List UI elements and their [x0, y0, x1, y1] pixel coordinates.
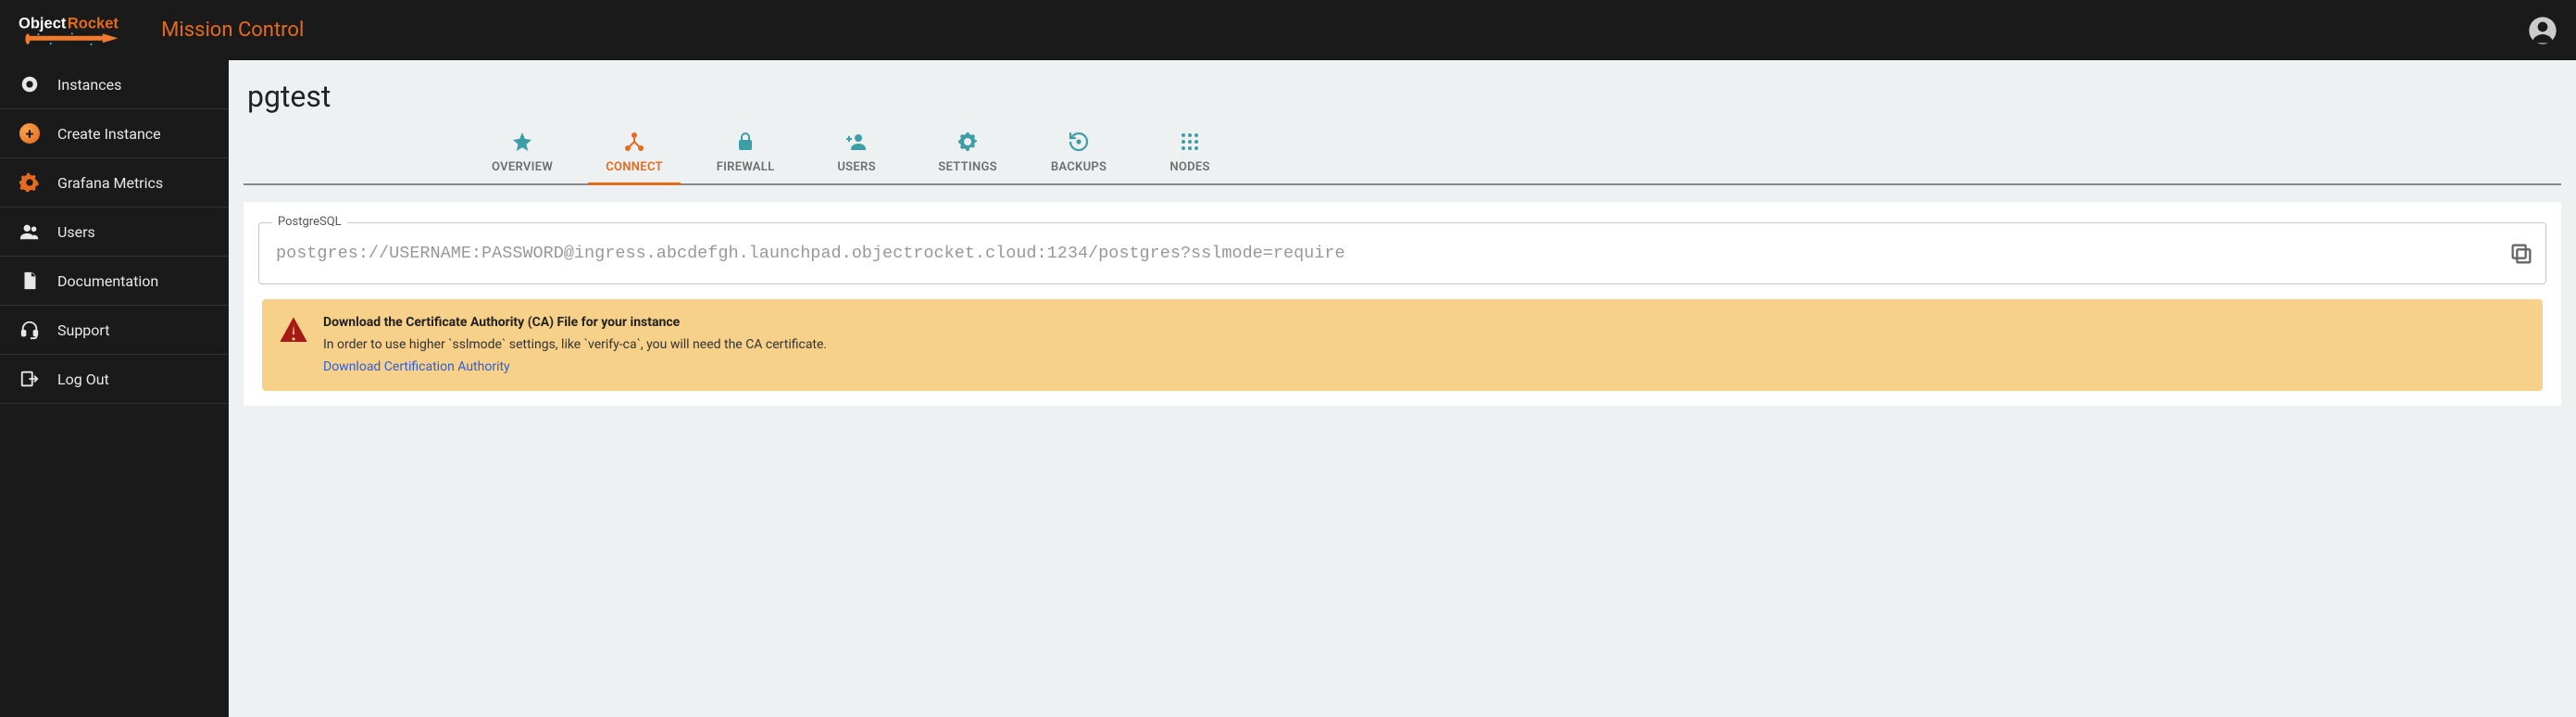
sidebar-item-instances[interactable]: Instances	[0, 60, 229, 109]
sidebar-item-label: Users	[57, 223, 95, 241]
download-ca-link[interactable]: Download Certification Authority	[323, 359, 510, 374]
sidebar-item-label: Grafana Metrics	[57, 174, 163, 192]
plus-icon: +	[19, 122, 41, 145]
alert-title: Download the Certificate Authority (CA) …	[323, 312, 827, 334]
tab-users[interactable]: USERS	[801, 123, 912, 183]
objectrocket-logo: Object Rocket	[19, 13, 141, 48]
sidebar-item-grafana[interactable]: Grafana Metrics	[0, 158, 229, 208]
connect-icon	[623, 131, 645, 153]
sidebar-item-label: Support	[57, 321, 109, 339]
tab-label: NODES	[1169, 160, 1209, 174]
sidebar-item-label: Log Out	[57, 371, 109, 388]
connection-fieldset: PostgreSQL postgres://USERNAME:PASSWORD@…	[258, 222, 2546, 284]
tab-label: SETTINGS	[938, 160, 997, 174]
sidebar-item-label: Documentation	[57, 272, 158, 290]
fieldset-legend: PostgreSQL	[272, 215, 347, 229]
sidebar-item-label: Instances	[57, 76, 121, 94]
logout-icon	[19, 368, 41, 390]
tab-label: FIREWALL	[717, 160, 775, 174]
settings-icon	[957, 131, 979, 153]
tab-label: OVERVIEW	[492, 160, 553, 174]
tab-label: BACKUPS	[1051, 160, 1107, 174]
tab-label: CONNECT	[606, 160, 663, 174]
warning-icon	[279, 316, 308, 342]
account-icon[interactable]	[2528, 16, 2557, 45]
headset-icon	[19, 319, 41, 341]
add-user-icon	[845, 131, 868, 153]
nodes-icon	[1179, 131, 1201, 153]
sidebar-item-logout[interactable]: Log Out	[0, 355, 229, 404]
sidebar: Instances + Create Instance Grafana Metr…	[0, 60, 229, 717]
main-content: pgtest OVERVIEW CONNECT FIREWALL	[229, 60, 2576, 717]
sidebar-item-support[interactable]: Support	[0, 306, 229, 355]
sidebar-item-users[interactable]: Users	[0, 208, 229, 257]
topbar: Object Rocket Mission Control	[0, 0, 2576, 60]
instances-icon	[19, 73, 41, 95]
lock-icon	[734, 131, 757, 153]
svg-text:Object: Object	[19, 14, 67, 31]
tab-connect[interactable]: CONNECT	[579, 123, 690, 183]
sidebar-item-documentation[interactable]: Documentation	[0, 257, 229, 306]
tab-overview[interactable]: OVERVIEW	[466, 123, 579, 183]
app-subtitle: Mission Control	[161, 19, 304, 42]
sidebar-item-create-instance[interactable]: + Create Instance	[0, 109, 229, 158]
tab-bar: OVERVIEW CONNECT FIREWALL USERS	[244, 123, 2561, 185]
tab-firewall[interactable]: FIREWALL	[690, 123, 801, 183]
copy-icon[interactable]	[2508, 241, 2534, 267]
alert-text: In order to use higher `sslmode` setting…	[323, 334, 827, 357]
connect-card: PostgreSQL postgres://USERNAME:PASSWORD@…	[244, 202, 2561, 406]
tab-nodes[interactable]: NODES	[1134, 123, 1245, 183]
users-icon	[19, 220, 41, 243]
ca-alert: Download the Certificate Authority (CA) …	[262, 299, 2543, 391]
tab-backups[interactable]: BACKUPS	[1023, 123, 1134, 183]
logo-block: Object Rocket Mission Control	[19, 13, 304, 48]
sidebar-item-label: Create Instance	[57, 125, 161, 143]
gear-icon	[19, 171, 41, 194]
star-icon	[511, 131, 533, 153]
connection-string[interactable]: postgres://USERNAME:PASSWORD@ingress.abc…	[276, 244, 2494, 263]
tab-settings[interactable]: SETTINGS	[912, 123, 1023, 183]
page-title: pgtest	[247, 79, 2561, 114]
restore-icon	[1068, 131, 1090, 153]
alert-body: Download the Certificate Authority (CA) …	[323, 312, 827, 378]
svg-text:Rocket: Rocket	[68, 14, 119, 31]
tab-label: USERS	[837, 160, 876, 174]
document-icon	[19, 270, 41, 292]
